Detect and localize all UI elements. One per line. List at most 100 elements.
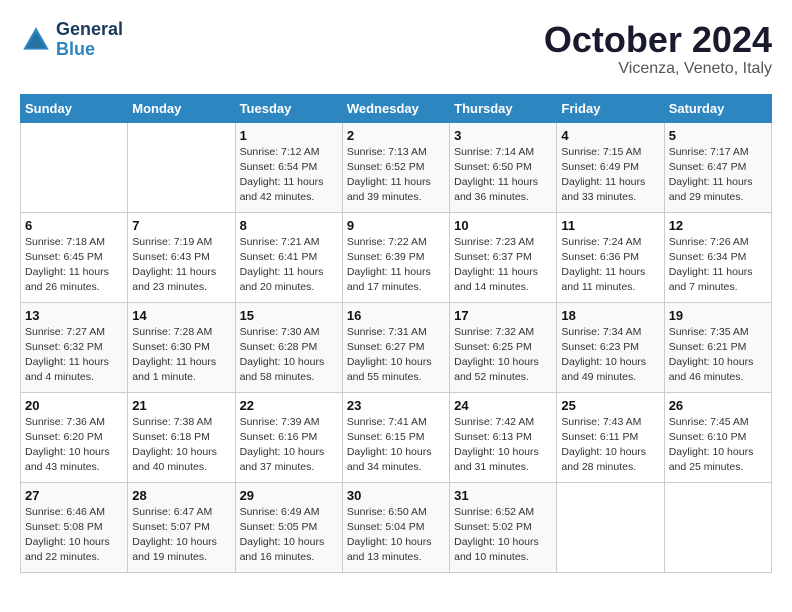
day-number: 16 — [347, 308, 445, 323]
calendar-cell: 11 Sunrise: 7:24 AM Sunset: 6:36 PM Dayli… — [557, 212, 664, 302]
day-info: Sunrise: 7:28 AM Sunset: 6:30 PM Dayligh… — [132, 325, 230, 386]
weekday-header-row: SundayMondayTuesdayWednesdayThursdayFrid… — [21, 94, 772, 122]
day-info: Sunrise: 7:15 AM Sunset: 6:49 PM Dayligh… — [561, 145, 659, 206]
weekday-header-cell: Saturday — [664, 94, 771, 122]
calendar-cell: 30 Sunrise: 6:50 AM Sunset: 5:04 PM Dayli… — [342, 482, 449, 572]
calendar-week-row: 1 Sunrise: 7:12 AM Sunset: 6:54 PM Daylig… — [21, 122, 772, 212]
calendar-cell: 9 Sunrise: 7:22 AM Sunset: 6:39 PM Daylig… — [342, 212, 449, 302]
calendar-cell: 26 Sunrise: 7:45 AM Sunset: 6:10 PM Dayli… — [664, 392, 771, 482]
calendar-cell: 24Sunrise: 7:42 AM Sunset: 6:13 PM Dayli… — [450, 392, 557, 482]
day-number: 30 — [347, 488, 445, 503]
calendar-week-row: 27 Sunrise: 6:46 AM Sunset: 5:08 PM Dayli… — [21, 482, 772, 572]
day-number: 18 — [561, 308, 659, 323]
day-info: Sunrise: 7:14 AM Sunset: 6:50 PM Dayligh… — [454, 145, 552, 206]
calendar-cell: 28 Sunrise: 6:47 AM Sunset: 5:07 PM Dayli… — [128, 482, 235, 572]
day-number: 3 — [454, 128, 552, 143]
logo-blue: Blue — [56, 40, 123, 60]
day-number: 2 — [347, 128, 445, 143]
day-number: 24 — [454, 398, 552, 413]
day-info: Sunrise: 7:45 AM Sunset: 6:10 PM Dayligh… — [669, 415, 767, 476]
day-info: Sunrise: 7:30 AM Sunset: 6:28 PM Dayligh… — [240, 325, 338, 386]
calendar-cell: 17 Sunrise: 7:32 AM Sunset: 6:25 PM Dayli… — [450, 302, 557, 392]
calendar-week-row: 20 Sunrise: 7:36 AM Sunset: 6:20 PM Dayli… — [21, 392, 772, 482]
calendar-cell: 16 Sunrise: 7:31 AM Sunset: 6:27 PM Dayli… — [342, 302, 449, 392]
day-info: Sunrise: 7:26 AM Sunset: 6:34 PM Dayligh… — [669, 235, 767, 296]
weekday-header-cell: Thursday — [450, 94, 557, 122]
day-number: 7 — [132, 218, 230, 233]
day-number: 14 — [132, 308, 230, 323]
day-number: 22 — [240, 398, 338, 413]
day-info: Sunrise: 7:39 AM Sunset: 6:16 PM Dayligh… — [240, 415, 338, 476]
day-info: Sunrise: 7:31 AM Sunset: 6:27 PM Dayligh… — [347, 325, 445, 386]
calendar-cell: 12 Sunrise: 7:26 AM Sunset: 6:34 PM Dayli… — [664, 212, 771, 302]
day-info: Sunrise: 7:38 AM Sunset: 6:18 PM Dayligh… — [132, 415, 230, 476]
weekday-header-cell: Wednesday — [342, 94, 449, 122]
day-info: Sunrise: 7:34 AM Sunset: 6:23 PM Dayligh… — [561, 325, 659, 386]
day-info: Sunrise: 7:35 AM Sunset: 6:21 PM Dayligh… — [669, 325, 767, 386]
day-number: 21 — [132, 398, 230, 413]
day-number: 26 — [669, 398, 767, 413]
calendar-week-row: 6 Sunrise: 7:18 AM Sunset: 6:45 PM Daylig… — [21, 212, 772, 302]
day-info: Sunrise: 7:17 AM Sunset: 6:47 PM Dayligh… — [669, 145, 767, 206]
calendar-cell: 21 Sunrise: 7:38 AM Sunset: 6:18 PM Dayli… — [128, 392, 235, 482]
calendar-cell: 8Sunrise: 7:21 AM Sunset: 6:41 PM Daylig… — [235, 212, 342, 302]
day-number: 11 — [561, 218, 659, 233]
day-number: 17 — [454, 308, 552, 323]
day-number: 12 — [669, 218, 767, 233]
day-number: 19 — [669, 308, 767, 323]
calendar-cell: 29 Sunrise: 6:49 AM Sunset: 5:05 PM Dayli… — [235, 482, 342, 572]
calendar-cell: 4Sunrise: 7:15 AM Sunset: 6:49 PM Daylig… — [557, 122, 664, 212]
calendar-cell: 3 Sunrise: 7:14 AM Sunset: 6:50 PM Daylig… — [450, 122, 557, 212]
calendar-week-row: 13 Sunrise: 7:27 AM Sunset: 6:32 PM Dayli… — [21, 302, 772, 392]
calendar-cell: 23 Sunrise: 7:41 AM Sunset: 6:15 PM Dayli… — [342, 392, 449, 482]
calendar-cell: 10 Sunrise: 7:23 AM Sunset: 6:37 PM Dayli… — [450, 212, 557, 302]
weekday-header-cell: Monday — [128, 94, 235, 122]
calendar-cell: 25Sunrise: 7:43 AM Sunset: 6:11 PM Dayli… — [557, 392, 664, 482]
day-info: Sunrise: 6:46 AM Sunset: 5:08 PM Dayligh… — [25, 505, 123, 566]
day-number: 1 — [240, 128, 338, 143]
calendar-cell: 31Sunrise: 6:52 AM Sunset: 5:02 PM Dayli… — [450, 482, 557, 572]
day-info: Sunrise: 7:12 AM Sunset: 6:54 PM Dayligh… — [240, 145, 338, 206]
calendar-cell: 27 Sunrise: 6:46 AM Sunset: 5:08 PM Dayli… — [21, 482, 128, 572]
day-info: Sunrise: 7:24 AM Sunset: 6:36 PM Dayligh… — [561, 235, 659, 296]
day-info: Sunrise: 7:18 AM Sunset: 6:45 PM Dayligh… — [25, 235, 123, 296]
day-number: 27 — [25, 488, 123, 503]
calendar-cell: 18 Sunrise: 7:34 AM Sunset: 6:23 PM Dayli… — [557, 302, 664, 392]
day-number: 8 — [240, 218, 338, 233]
day-info: Sunrise: 7:23 AM Sunset: 6:37 PM Dayligh… — [454, 235, 552, 296]
day-info: Sunrise: 6:52 AM Sunset: 5:02 PM Dayligh… — [454, 505, 552, 566]
calendar-cell: 15Sunrise: 7:30 AM Sunset: 6:28 PM Dayli… — [235, 302, 342, 392]
calendar-cell: 6 Sunrise: 7:18 AM Sunset: 6:45 PM Daylig… — [21, 212, 128, 302]
day-info: Sunrise: 6:49 AM Sunset: 5:05 PM Dayligh… — [240, 505, 338, 566]
logo: General Blue — [20, 20, 123, 60]
day-info: Sunrise: 7:27 AM Sunset: 6:32 PM Dayligh… — [25, 325, 123, 386]
calendar-cell — [664, 482, 771, 572]
calendar-cell: 2 Sunrise: 7:13 AM Sunset: 6:52 PM Daylig… — [342, 122, 449, 212]
day-number: 9 — [347, 218, 445, 233]
calendar-cell: 20 Sunrise: 7:36 AM Sunset: 6:20 PM Dayli… — [21, 392, 128, 482]
day-info: Sunrise: 7:32 AM Sunset: 6:25 PM Dayligh… — [454, 325, 552, 386]
page-header: General Blue October 2024 Vicenza, Venet… — [20, 20, 772, 78]
day-number: 29 — [240, 488, 338, 503]
calendar-cell: 14 Sunrise: 7:28 AM Sunset: 6:30 PM Dayli… — [128, 302, 235, 392]
day-info: Sunrise: 7:22 AM Sunset: 6:39 PM Dayligh… — [347, 235, 445, 296]
day-number: 28 — [132, 488, 230, 503]
calendar-cell: 22 Sunrise: 7:39 AM Sunset: 6:16 PM Dayli… — [235, 392, 342, 482]
day-number: 23 — [347, 398, 445, 413]
day-number: 10 — [454, 218, 552, 233]
day-info: Sunrise: 7:36 AM Sunset: 6:20 PM Dayligh… — [25, 415, 123, 476]
calendar-cell — [128, 122, 235, 212]
day-info: Sunrise: 7:41 AM Sunset: 6:15 PM Dayligh… — [347, 415, 445, 476]
logo-general: General — [56, 20, 123, 40]
day-number: 25 — [561, 398, 659, 413]
day-info: Sunrise: 7:13 AM Sunset: 6:52 PM Dayligh… — [347, 145, 445, 206]
day-number: 6 — [25, 218, 123, 233]
logo-icon — [20, 24, 52, 56]
day-info: Sunrise: 6:47 AM Sunset: 5:07 PM Dayligh… — [132, 505, 230, 566]
day-number: 13 — [25, 308, 123, 323]
day-info: Sunrise: 6:50 AM Sunset: 5:04 PM Dayligh… — [347, 505, 445, 566]
weekday-header-cell: Sunday — [21, 94, 128, 122]
day-number: 20 — [25, 398, 123, 413]
calendar-cell: 13 Sunrise: 7:27 AM Sunset: 6:32 PM Dayli… — [21, 302, 128, 392]
calendar-body: 1 Sunrise: 7:12 AM Sunset: 6:54 PM Daylig… — [21, 122, 772, 572]
